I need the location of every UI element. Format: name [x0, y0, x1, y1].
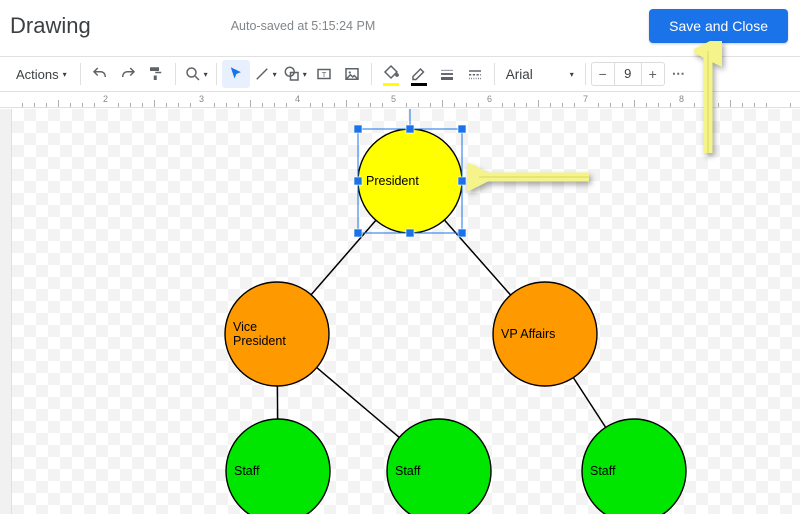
textbox-icon: T [315, 65, 333, 83]
border-color-button[interactable] [405, 60, 433, 88]
border-color-icon [410, 63, 428, 86]
svg-text:T: T [321, 70, 326, 79]
separator [494, 63, 495, 85]
font-size-value[interactable]: 9 [614, 63, 642, 85]
org-node-label: Vice [233, 320, 257, 334]
selection-handle[interactable] [458, 125, 466, 133]
border-color-swatch [411, 83, 427, 86]
separator [80, 63, 81, 85]
font-family-select[interactable]: Arial ▾ [500, 60, 580, 88]
page-title: Drawing [10, 13, 91, 39]
org-node-vp[interactable]: VicePresident [225, 282, 329, 386]
line-icon [253, 65, 271, 83]
org-node-staff2[interactable]: Staff [387, 419, 491, 514]
select-tool-button[interactable] [222, 60, 250, 88]
redo-icon [119, 65, 137, 83]
org-node-staff1[interactable]: Staff [226, 419, 330, 514]
canvas-left-gutter [0, 109, 12, 514]
org-node-label: President [366, 174, 419, 188]
horizontal-ruler: 2345678 [0, 92, 800, 108]
chevron-down-icon: ▾ [273, 70, 277, 79]
font-size-stepper: − 9 + [591, 62, 665, 86]
org-edge[interactable] [317, 368, 400, 438]
annotation-arrow-to-save [694, 41, 722, 159]
org-edge[interactable] [573, 378, 605, 428]
image-button[interactable] [338, 60, 366, 88]
actions-label: Actions [16, 67, 59, 82]
zoom-icon [184, 65, 202, 83]
line-tool-button[interactable]: ▾ [250, 60, 280, 88]
org-edge[interactable] [444, 220, 510, 295]
actions-menu-button[interactable]: Actions ▾ [8, 60, 75, 88]
org-node-label: President [233, 334, 286, 348]
font-size-decrease-button[interactable]: − [592, 63, 614, 85]
fill-color-button[interactable] [377, 60, 405, 88]
toolbar: Actions ▾ ▾ ▾ ▾ T [0, 56, 800, 92]
paint-roller-icon [147, 65, 165, 83]
paint-format-button[interactable] [142, 60, 170, 88]
border-dash-icon [466, 65, 484, 83]
save-and-close-button[interactable]: Save and Close [649, 9, 788, 43]
separator [585, 63, 586, 85]
border-weight-icon [438, 65, 456, 83]
chevron-down-icon: ▾ [570, 70, 574, 79]
font-size-increase-button[interactable]: + [642, 63, 664, 85]
selection-handle[interactable] [406, 125, 414, 133]
autosave-status: Auto-saved at 5:15:24 PM [231, 19, 376, 33]
fill-color-icon [382, 63, 400, 86]
border-weight-button[interactable] [433, 60, 461, 88]
separator [371, 63, 372, 85]
undo-icon [91, 65, 109, 83]
fill-color-swatch [383, 83, 399, 86]
org-node-label: VP Affairs [501, 327, 555, 341]
selection-handle[interactable] [406, 229, 414, 237]
selection-handle[interactable] [458, 177, 466, 185]
shape-icon [283, 65, 301, 83]
more-icon: ⋯ [672, 66, 686, 82]
shape-tool-button[interactable]: ▾ [280, 60, 310, 88]
drawing-canvas[interactable]: PresidentVicePresidentVP AffairsStaffSta… [12, 109, 800, 514]
undo-button[interactable] [86, 60, 114, 88]
font-family-label: Arial [506, 67, 533, 82]
separator [175, 63, 176, 85]
org-node-label: Staff [395, 464, 421, 478]
selection-handle[interactable] [354, 229, 362, 237]
redo-button[interactable] [114, 60, 142, 88]
more-options-button[interactable]: ⋯ [665, 60, 693, 88]
org-node-label: Staff [590, 464, 616, 478]
org-node-vpaffairs[interactable]: VP Affairs [493, 282, 597, 386]
image-icon [343, 65, 361, 83]
org-edge[interactable] [311, 220, 376, 295]
chevron-down-icon: ▾ [303, 70, 307, 79]
org-node-label: Staff [234, 464, 260, 478]
selection-handle[interactable] [354, 177, 362, 185]
selection-handle[interactable] [354, 125, 362, 133]
text-box-button[interactable]: T [310, 60, 338, 88]
zoom-button[interactable]: ▾ [181, 60, 211, 88]
org-node-staff3[interactable]: Staff [582, 419, 686, 514]
org-node-president[interactable]: President [358, 129, 462, 233]
cursor-icon [227, 65, 245, 83]
selection-handle[interactable] [458, 229, 466, 237]
chevron-down-icon: ▾ [63, 70, 67, 79]
chevron-down-icon: ▾ [204, 70, 208, 79]
separator [216, 63, 217, 85]
annotation-arrow-to-president [467, 163, 597, 191]
border-dash-button[interactable] [461, 60, 489, 88]
